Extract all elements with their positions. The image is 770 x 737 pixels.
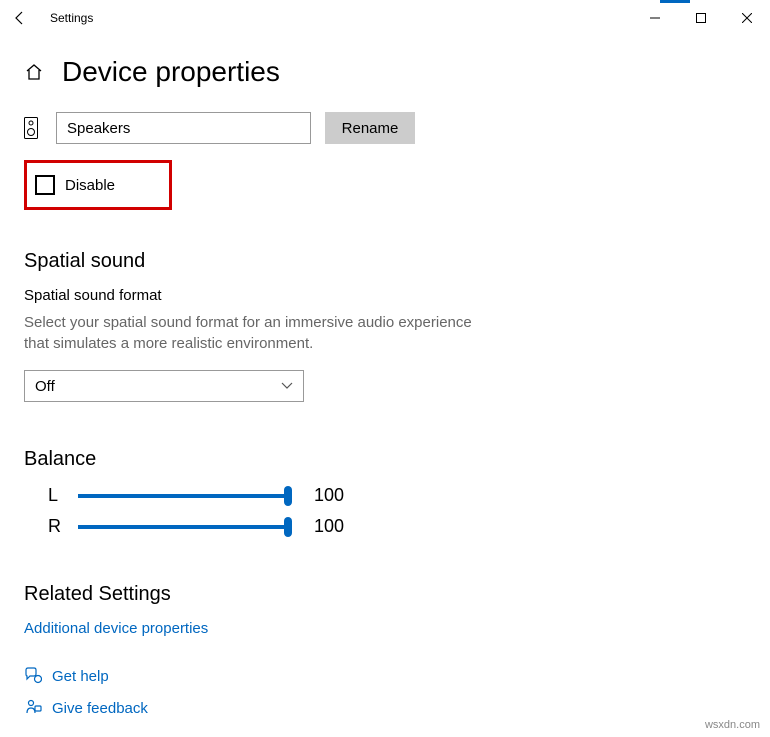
arrow-left-icon <box>12 10 28 26</box>
content-area: Rename Disable Spatial sound Spatial sou… <box>0 112 770 637</box>
close-button[interactable] <box>724 0 770 36</box>
chevron-down-icon <box>281 382 293 390</box>
related-settings-heading: Related Settings <box>24 583 746 606</box>
disable-checkbox-highlight: Disable <box>24 160 172 210</box>
dropdown-selected: Off <box>35 378 55 395</box>
page-title: Device properties <box>62 56 280 88</box>
device-name-row: Rename <box>24 112 746 144</box>
home-button[interactable] <box>24 62 44 82</box>
minimize-icon <box>650 13 660 23</box>
get-help-link[interactable]: Get help <box>52 668 109 685</box>
balance-left-row: L 100 <box>24 485 746 506</box>
feedback-icon <box>24 699 42 717</box>
minimize-button[interactable] <box>632 0 678 36</box>
spatial-sound-heading: Spatial sound <box>24 250 746 273</box>
slider-thumb[interactable] <box>284 486 292 506</box>
disable-label: Disable <box>65 177 115 194</box>
window-title: Settings <box>50 11 93 25</box>
balance-left-slider[interactable] <box>78 494 288 498</box>
maximize-button[interactable] <box>678 0 724 36</box>
balance-heading: Balance <box>24 448 746 471</box>
spatial-sound-description: Select your spatial sound format for an … <box>24 312 484 354</box>
device-name-input[interactable] <box>56 112 311 144</box>
balance-right-slider[interactable] <box>78 525 288 529</box>
balance-right-row: R 100 <box>24 516 746 537</box>
titlebar: Settings <box>0 0 770 36</box>
balance-left-label: L <box>48 485 60 506</box>
speaker-icon <box>24 117 42 139</box>
balance-right-value: 100 <box>314 516 344 537</box>
spatial-sound-subheading: Spatial sound format <box>24 287 746 304</box>
spatial-sound-dropdown[interactable]: Off <box>24 370 304 402</box>
related-settings-section: Related Settings Additional device prope… <box>24 583 746 637</box>
maximize-icon <box>696 13 706 23</box>
slider-thumb[interactable] <box>284 517 292 537</box>
page-header: Device properties <box>0 36 770 112</box>
back-button[interactable] <box>0 0 40 36</box>
give-feedback-link[interactable]: Give feedback <box>52 700 148 717</box>
give-feedback-row[interactable]: Give feedback <box>24 699 148 717</box>
home-icon <box>24 62 44 82</box>
footer-links: Get help Give feedback <box>24 653 148 717</box>
window-accent-indicator <box>660 0 690 3</box>
balance-left-value: 100 <box>314 485 344 506</box>
watermark: wsxdn.com <box>705 719 760 731</box>
window-controls <box>632 0 770 36</box>
disable-checkbox[interactable] <box>35 175 55 195</box>
additional-device-properties-link[interactable]: Additional device properties <box>24 620 746 637</box>
balance-right-label: R <box>48 516 60 537</box>
get-help-row[interactable]: Get help <box>24 667 148 685</box>
close-icon <box>742 13 752 23</box>
rename-button[interactable]: Rename <box>325 112 415 144</box>
help-icon <box>24 667 42 685</box>
